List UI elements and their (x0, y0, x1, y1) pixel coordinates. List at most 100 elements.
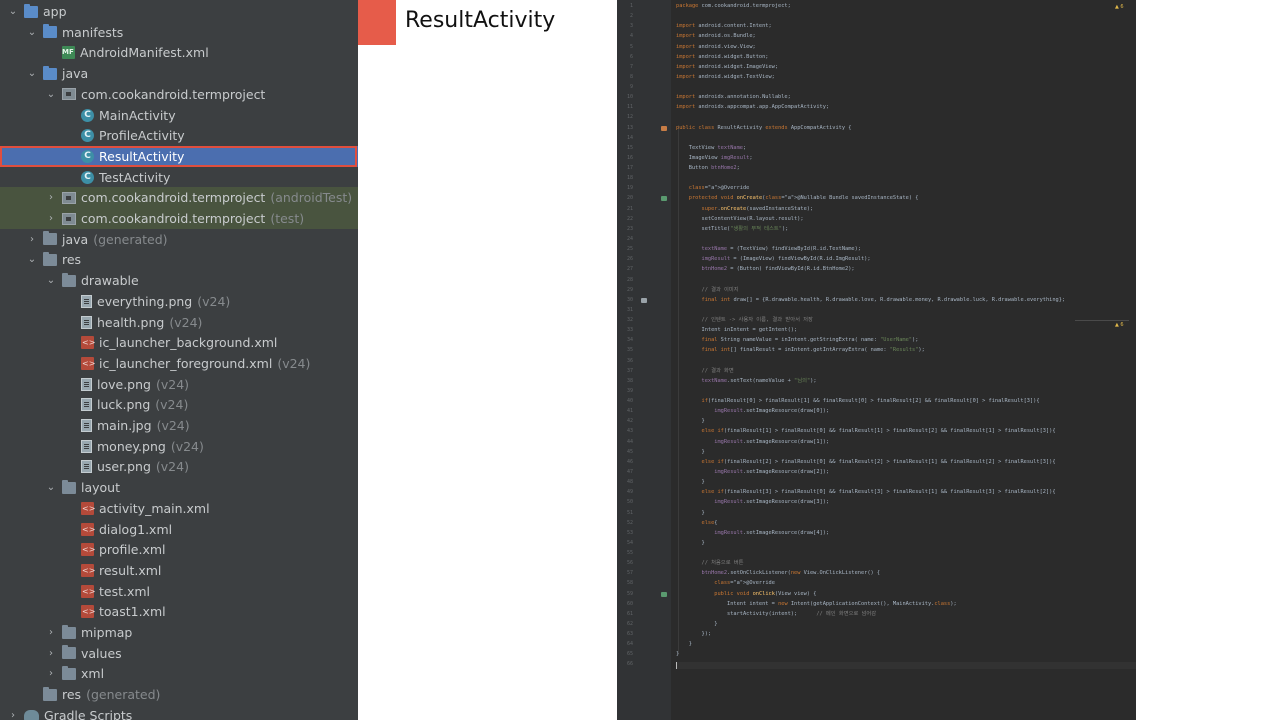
override-marker-icon[interactable] (661, 196, 667, 202)
code-line[interactable]: imgResult.setImageResource(draw[4]); (676, 530, 829, 537)
tree-item[interactable]: everything.png (v24) (0, 291, 358, 312)
tree-item[interactable]: › values (0, 643, 358, 664)
tree-item[interactable]: ⌄ manifests (0, 22, 358, 43)
code-line[interactable]: final int[] finalResult = inIntent.getIn… (676, 347, 925, 354)
code-line[interactable]: import androidx.appcompat.app.AppCompatA… (676, 104, 829, 111)
tree-item[interactable]: C ResultActivity (0, 145, 358, 167)
tree-item[interactable]: ⌄ layout (0, 477, 358, 498)
tree-item[interactable]: user.png (v24) (0, 456, 358, 477)
code-line[interactable]: import android.os.Bundle; (676, 33, 756, 40)
code-line[interactable]: import android.widget.ImageView; (676, 64, 778, 71)
code-line[interactable]: Intent intent = new Intent(getApplicatio… (676, 601, 957, 608)
tree-item[interactable]: ⌄ res (0, 249, 358, 270)
code-line[interactable]: Intent inIntent = getIntent(); (676, 327, 798, 334)
warning-indicator[interactable]: ▲ 6 (1115, 4, 1124, 10)
code-line[interactable]: imgResult.setImageResource(draw[2]); (676, 469, 829, 476)
code-line[interactable]: imgResult.setImageResource(draw[1]); (676, 439, 829, 446)
code-line[interactable]: protected void onCreate(class="a">@Nulla… (676, 195, 919, 202)
chevron-right-icon[interactable]: › (44, 668, 58, 679)
tree-item[interactable]: C ProfileActivity (0, 125, 358, 146)
warning-indicator-lower[interactable]: ▲ 6 (1115, 322, 1124, 328)
code-area[interactable]: package com.cookandroid.termproject; impo… (676, 0, 1134, 720)
code-line[interactable]: ImageView imgResult; (676, 155, 753, 162)
tree-item[interactable]: › java (generated) (0, 229, 358, 250)
tree-item[interactable]: dialog1.xml (0, 519, 358, 540)
tree-item[interactable]: toast1.xml (0, 601, 358, 622)
code-line[interactable]: public void onClick(View view) { (676, 591, 816, 598)
tree-item[interactable]: love.png (v24) (0, 374, 358, 395)
chevron-down-icon[interactable]: ⌄ (25, 254, 39, 265)
code-line[interactable]: public class ResultActivity extends AppC… (676, 125, 851, 132)
code-line[interactable]: } (676, 510, 705, 517)
code-line[interactable]: else if(finalResult[1] > finalResult[0] … (676, 428, 1056, 435)
code-line[interactable]: // 처음으로 버튼 (676, 560, 744, 567)
code-line[interactable]: } (676, 479, 705, 486)
code-line[interactable]: TextView textName; (676, 145, 746, 152)
code-line[interactable]: Button btnHome2; (676, 165, 740, 172)
code-line[interactable]: // 결과 이미지 (676, 287, 739, 294)
tree-item[interactable]: ⌄ drawable (0, 270, 358, 291)
code-line[interactable]: setContentView(R.layout.result); (676, 216, 804, 223)
code-line[interactable]: else if(finalResult[3] > finalResult[0] … (676, 489, 1056, 496)
chevron-down-icon[interactable]: ⌄ (44, 89, 58, 100)
code-line[interactable]: }); (676, 631, 712, 638)
tree-item[interactable]: ic_launcher_background.xml (0, 332, 358, 353)
tree-item[interactable]: › com.cookandroid.termproject (test) (0, 208, 358, 229)
chevron-down-icon[interactable]: ⌄ (25, 27, 39, 38)
tree-item[interactable]: › mipmap (0, 622, 358, 643)
class-marker-icon[interactable] (661, 125, 667, 131)
tree-item[interactable]: › com.cookandroid.termproject (androidTest… (0, 187, 358, 209)
code-line[interactable]: setTitle("생활의 부적 테스트"); (676, 226, 789, 233)
code-line[interactable]: import android.view.View; (676, 44, 756, 51)
resource-preview-icon[interactable] (641, 297, 647, 303)
code-line[interactable]: // 결과 화면 (676, 368, 734, 375)
tree-item[interactable]: ⌄ com.cookandroid.termproject (0, 84, 358, 105)
code-line[interactable]: } (676, 621, 717, 628)
chevron-right-icon[interactable]: › (6, 710, 20, 720)
tree-item[interactable]: profile.xml (0, 539, 358, 560)
tree-item[interactable]: money.png (v24) (0, 436, 358, 457)
code-line[interactable]: imgResult.setImageResource(draw[3]); (676, 499, 829, 506)
tree-item[interactable]: test.xml (0, 581, 358, 602)
code-line[interactable]: } (676, 651, 679, 658)
override-marker-icon[interactable] (661, 591, 667, 597)
code-line[interactable]: else{ (676, 520, 718, 527)
tree-item[interactable]: › Gradle Scripts (0, 705, 358, 720)
tree-item[interactable]: res (generated) (0, 684, 358, 705)
code-line[interactable]: class="a">@Override (676, 580, 775, 587)
chevron-right-icon[interactable]: › (25, 234, 39, 245)
chevron-right-icon[interactable]: › (44, 627, 58, 638)
code-line[interactable]: } (676, 540, 705, 547)
code-line[interactable]: import android.content.Intent; (676, 23, 772, 30)
tree-item[interactable]: › xml (0, 663, 358, 684)
tree-item[interactable]: AndroidManifest.xml (0, 42, 358, 63)
code-line[interactable]: import androidx.annotation.Nullable; (676, 94, 791, 101)
code-line[interactable]: } (676, 641, 692, 648)
code-line[interactable]: } (676, 418, 705, 425)
code-line[interactable]: import android.widget.Button; (676, 54, 769, 61)
tree-item[interactable]: main.jpg (v24) (0, 415, 358, 436)
code-line[interactable]: import android.widget.TextView; (676, 74, 775, 81)
chevron-down-icon[interactable]: ⌄ (44, 275, 58, 286)
code-line[interactable]: textName = (TextView) findViewById(R.id.… (676, 246, 861, 253)
tree-item[interactable]: C MainActivity (0, 105, 358, 126)
chevron-down-icon[interactable]: ⌄ (25, 68, 39, 79)
tree-item[interactable]: ⌄ java (0, 63, 358, 84)
code-line[interactable]: textName.setText(nameValue + "님의"); (676, 378, 817, 385)
chevron-down-icon[interactable]: ⌄ (6, 6, 20, 17)
tree-item[interactable]: C TestActivity (0, 167, 358, 188)
tree-item[interactable]: luck.png (v24) (0, 394, 358, 415)
code-line[interactable]: } (676, 449, 705, 456)
code-line[interactable]: imgResult = (ImageView) findViewById(R.i… (676, 256, 871, 263)
code-line[interactable]: btnHome2.setOnClickListener(new View.OnC… (676, 570, 881, 577)
code-line[interactable]: imgResult.setImageResource(draw[0]); (676, 408, 829, 415)
chevron-down-icon[interactable]: ⌄ (44, 482, 58, 493)
tree-item[interactable]: ic_launcher_foreground.xml(v24) (0, 353, 358, 374)
code-editor[interactable]: 1 2 3 4 5 6 7 8 9 10 11 12 13 14 15 16 17 18 19 20 21 22 23 24 2… (617, 0, 1136, 720)
code-line[interactable]: startActivity(intent); // 메인 화면으로 넘어감 (676, 611, 876, 618)
code-line[interactable]: btnHome2 = (Button) findViewById(R.id.Bt… (676, 266, 855, 273)
tree-item[interactable]: activity_main.xml (0, 498, 358, 519)
code-line[interactable]: final String nameValue = inIntent.getStr… (676, 337, 919, 344)
tree-item[interactable]: health.png (v24) (0, 312, 358, 333)
code-line[interactable]: class="a">@Override (676, 185, 750, 192)
